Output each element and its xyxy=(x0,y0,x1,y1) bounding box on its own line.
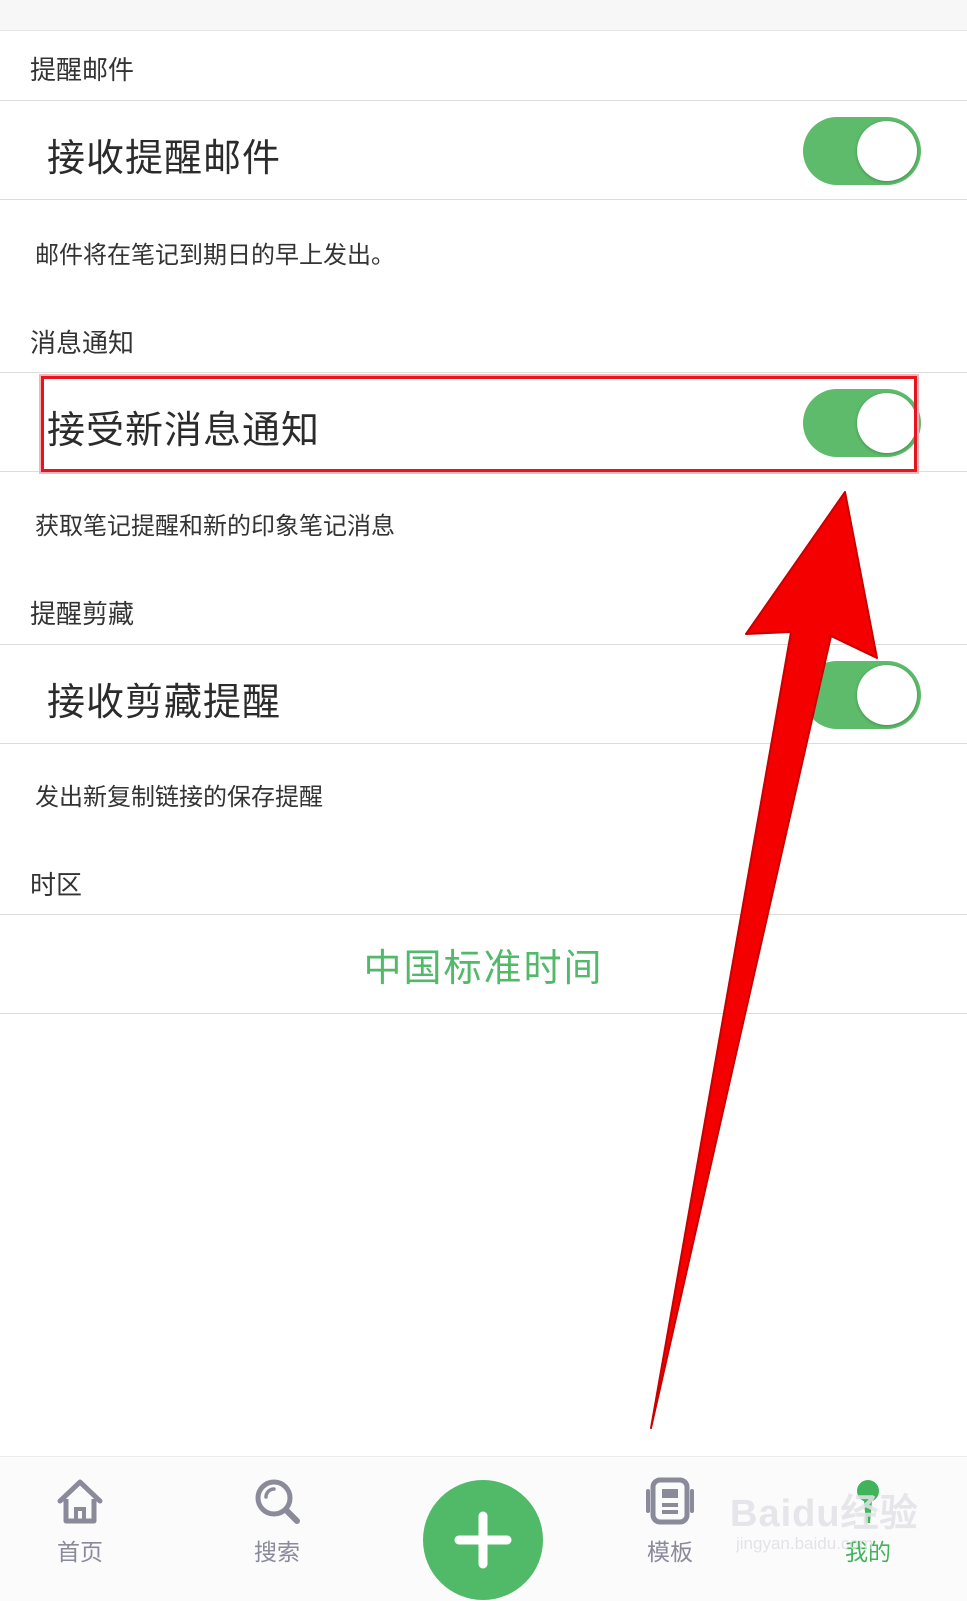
nav-home[interactable]: 首页 xyxy=(20,1475,140,1567)
section-header-timezone: 时区 xyxy=(30,871,83,901)
section-header-notifications: 消息通知 xyxy=(30,329,135,359)
search-icon xyxy=(255,1479,300,1524)
top-status-strip xyxy=(0,0,967,31)
row-receive-new-notifications[interactable]: 接受新消息通知 xyxy=(0,372,967,472)
row-receive-clip-reminder[interactable]: 接收剪藏提醒 xyxy=(0,644,967,744)
toggle-clip-reminder[interactable] xyxy=(803,661,921,729)
toggle-reminder-email[interactable] xyxy=(803,117,921,185)
nav-search[interactable]: 搜索 xyxy=(217,1475,337,1567)
add-note-button[interactable] xyxy=(423,1480,543,1600)
row-label-receive-clip-reminder: 接收剪藏提醒 xyxy=(47,680,282,724)
nav-mine[interactable]: 我的 xyxy=(808,1475,928,1567)
row-label-receive-new-notifications: 接受新消息通知 xyxy=(47,408,321,452)
section-header-clip-reminder: 提醒剪藏 xyxy=(30,600,135,630)
nav-templates-label: 模板 xyxy=(647,1540,693,1566)
nav-templates[interactable]: 模板 xyxy=(610,1475,730,1567)
nav-mine-label: 我的 xyxy=(845,1540,891,1566)
row-receive-reminder-email[interactable]: 接收提醒邮件 xyxy=(0,100,967,200)
description-clip-reminder: 发出新复制链接的保存提醒 xyxy=(35,783,323,811)
description-notifications: 获取笔记提醒和新的印象笔记消息 xyxy=(35,512,395,540)
toggle-knob xyxy=(857,121,917,181)
nav-search-label: 搜索 xyxy=(254,1540,300,1566)
section-header-reminder-email: 提醒邮件 xyxy=(30,56,135,86)
description-reminder-email: 邮件将在笔记到期日的早上发出。 xyxy=(35,241,395,269)
timezone-value[interactable]: 中国标准时间 xyxy=(0,937,967,992)
toggle-knob xyxy=(857,393,917,453)
home-icon xyxy=(57,1479,103,1524)
row-timezone[interactable]: 中国标准时间 xyxy=(0,914,967,1014)
profile-icon xyxy=(857,1480,879,1523)
plus-icon xyxy=(454,1511,512,1569)
templates-icon xyxy=(646,1477,694,1525)
toggle-knob xyxy=(857,665,917,725)
row-label-receive-reminder-email: 接收提醒邮件 xyxy=(47,136,282,180)
nav-home-label: 首页 xyxy=(57,1540,103,1566)
toggle-new-notifications[interactable] xyxy=(803,389,921,457)
